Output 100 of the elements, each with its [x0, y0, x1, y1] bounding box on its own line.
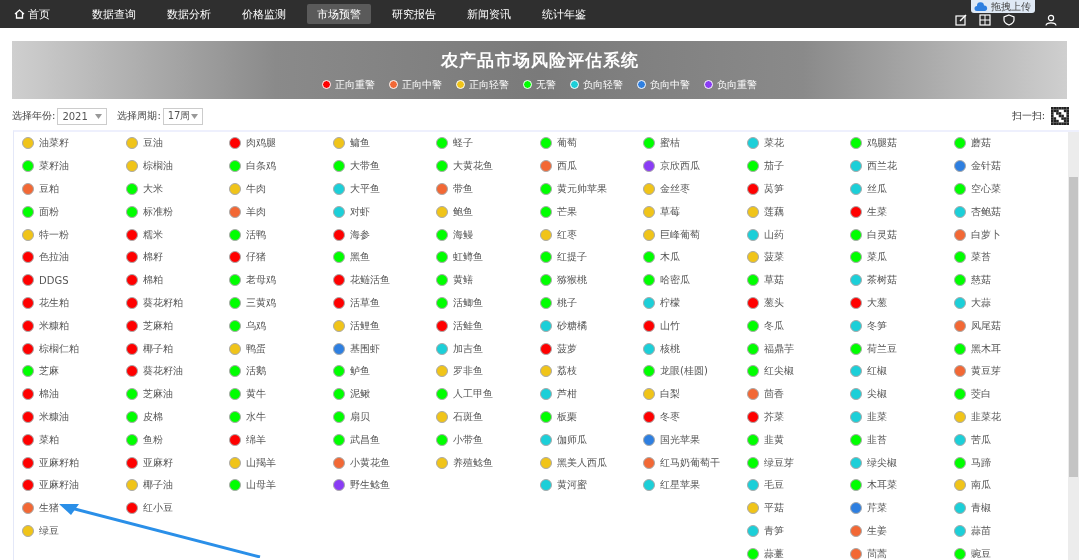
indicator-item[interactable]: 棕榈油 [125, 154, 229, 178]
qr-code-icon[interactable] [1051, 107, 1069, 125]
indicator-item[interactable]: 大带鱼 [332, 154, 436, 178]
indicator-item[interactable]: 鸭蛋 [229, 337, 333, 360]
indicator-item[interactable]: 油菜籽 [22, 132, 126, 155]
indicator-item[interactable]: 乌鸡 [229, 314, 333, 338]
indicator-item[interactable]: 小带鱼 [436, 428, 540, 452]
indicator-item[interactable]: 棕榈仁粕 [22, 337, 126, 360]
indicator-item[interactable]: 红椒 [850, 359, 954, 383]
indicator-item[interactable]: 蒜薹 [746, 542, 850, 560]
indicator-item[interactable]: 加吉鱼 [436, 337, 540, 360]
indicator-item[interactable]: 绿豆 [22, 519, 126, 543]
indicator-item[interactable]: 特一粉 [22, 223, 126, 246]
indicator-item[interactable]: 板栗 [539, 405, 643, 429]
indicator-item[interactable]: 红尖椒 [746, 359, 850, 383]
indicator-item[interactable]: 木耳菜 [850, 473, 954, 497]
indicator-item[interactable]: 丝瓜 [850, 177, 954, 201]
indicator-item[interactable]: 葵花籽粕 [125, 291, 229, 315]
indicator-item[interactable]: 白条鸡 [229, 154, 333, 178]
nav-item[interactable]: 新闻资讯 [457, 4, 521, 24]
nav-item[interactable]: 价格监测 [232, 4, 296, 24]
indicator-item[interactable]: 慈菇 [953, 268, 1057, 292]
indicator-item[interactable]: 黑美人西瓜 [539, 451, 643, 474]
nav-item[interactable]: 首页 [8, 4, 56, 24]
indicator-item[interactable]: 毛豆 [746, 473, 850, 497]
indicator-item[interactable]: 核桃 [643, 337, 747, 360]
indicator-item[interactable]: 豌豆 [953, 542, 1057, 560]
indicator-item[interactable]: 柠檬 [643, 291, 747, 315]
indicator-item[interactable]: 菠菜 [746, 246, 850, 269]
indicator-item[interactable]: 大米 [125, 177, 229, 201]
indicator-item[interactable]: 活鲫鱼 [436, 291, 540, 315]
indicator-item[interactable]: 黑鱼 [332, 246, 436, 269]
indicator-item[interactable]: 大葱 [850, 291, 954, 315]
nav-item[interactable]: 数据分析 [157, 4, 221, 24]
nav-item[interactable]: 数据查询 [82, 4, 146, 24]
indicator-item[interactable]: 黑木耳 [953, 337, 1057, 360]
indicator-item[interactable]: 韭菜 [850, 405, 954, 429]
indicator-item[interactable]: 武昌鱼 [332, 428, 436, 452]
indicator-item[interactable]: 西瓜 [539, 154, 643, 178]
indicator-item[interactable]: 尖椒 [850, 382, 954, 406]
indicator-item[interactable]: 水牛 [229, 405, 333, 429]
indicator-item[interactable]: 西兰花 [850, 154, 954, 178]
indicator-item[interactable]: 冬笋 [850, 314, 954, 338]
scrollbar[interactable] [1068, 132, 1079, 560]
indicator-item[interactable]: 大平鱼 [332, 177, 436, 201]
indicator-item[interactable]: 花生粕 [22, 291, 126, 315]
indicator-item[interactable]: 菜苔 [953, 246, 1057, 269]
indicator-item[interactable]: 面粉 [22, 200, 126, 224]
indicator-item[interactable]: 扇贝 [332, 405, 436, 429]
indicator-item[interactable]: 葱头 [746, 291, 850, 315]
period-select[interactable]: 17周 [162, 107, 203, 125]
indicator-item[interactable]: 蜜桔 [643, 132, 747, 155]
indicator-item[interactable]: 红马奶葡萄干 [643, 451, 747, 474]
indicator-item[interactable]: 红枣 [539, 223, 643, 246]
indicator-item[interactable]: 菜籽油 [22, 154, 126, 178]
edit-icon[interactable] [955, 14, 967, 26]
indicator-item[interactable]: 茼蒿 [850, 542, 954, 560]
indicator-item[interactable]: 芹菜 [850, 496, 954, 520]
indicator-item[interactable]: 豆油 [125, 132, 229, 155]
indicator-item[interactable]: 猕猴桃 [539, 268, 643, 292]
indicator-item[interactable]: 白灵菇 [850, 223, 954, 246]
indicator-item[interactable]: 绵羊 [229, 428, 333, 452]
indicator-item[interactable]: 大蒜 [953, 291, 1057, 315]
indicator-item[interactable]: 椰子油 [125, 473, 229, 497]
indicator-item[interactable]: 棉油 [22, 382, 126, 406]
user-icon[interactable] [1045, 14, 1057, 26]
indicator-item[interactable]: 仔猪 [229, 246, 333, 269]
indicator-item[interactable]: 糯米 [125, 223, 229, 246]
indicator-item[interactable]: 鱼粉 [125, 428, 229, 452]
indicator-item[interactable]: 青椒 [953, 496, 1057, 520]
indicator-item[interactable]: 黄豆芽 [953, 359, 1057, 383]
indicator-item[interactable]: 花鲢活鱼 [332, 268, 436, 292]
indicator-item[interactable]: 米糠粕 [22, 314, 126, 338]
indicator-item[interactable]: 茭白 [953, 382, 1057, 406]
indicator-item[interactable]: 黄元帅苹果 [539, 177, 643, 201]
indicator-item[interactable]: 韭菜花 [953, 405, 1057, 429]
indicator-item[interactable]: 白梨 [643, 382, 747, 406]
indicator-item[interactable]: 国光苹果 [643, 428, 747, 452]
indicator-item[interactable]: 鳙鱼 [332, 132, 436, 155]
indicator-item[interactable]: 砂糖橘 [539, 314, 643, 338]
indicator-item[interactable]: 杏鲍菇 [953, 200, 1057, 224]
indicator-item[interactable]: 亚麻籽 [125, 451, 229, 474]
indicator-item[interactable]: 韭黄 [746, 428, 850, 452]
indicator-item[interactable]: 椰子粕 [125, 337, 229, 360]
indicator-item[interactable]: DDGS [22, 268, 126, 292]
indicator-item[interactable]: 葡萄 [539, 132, 643, 155]
indicator-item[interactable]: 红星苹果 [643, 473, 747, 497]
indicator-item[interactable]: 野生鲶鱼 [332, 473, 436, 497]
indicator-item[interactable]: 活鲤鱼 [332, 314, 436, 338]
indicator-item[interactable]: 小黄花鱼 [332, 451, 436, 474]
indicator-item[interactable]: 鲈鱼 [332, 359, 436, 383]
indicator-item[interactable]: 皮棉 [125, 405, 229, 429]
indicator-item[interactable]: 羊肉 [229, 200, 333, 224]
indicator-item[interactable]: 空心菜 [953, 177, 1057, 201]
indicator-item[interactable]: 芥菜 [746, 405, 850, 429]
indicator-item[interactable]: 芒果 [539, 200, 643, 224]
indicator-item[interactable]: 棉粕 [125, 268, 229, 292]
indicator-item[interactable]: 金针菇 [953, 154, 1057, 178]
indicator-item[interactable]: 虹鳟鱼 [436, 246, 540, 269]
indicator-item[interactable]: 老母鸡 [229, 268, 333, 292]
